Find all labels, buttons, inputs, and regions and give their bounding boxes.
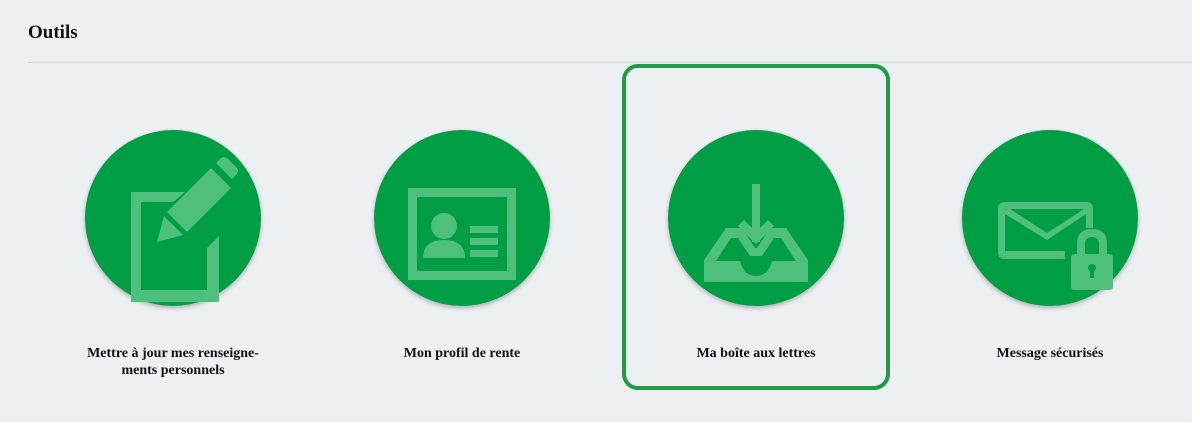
tool-icon-circle	[374, 130, 550, 306]
tools-panel: Outils Mettre à jour mes renseigne- ment…	[0, 0, 1192, 422]
tool-secure-messages[interactable]: Message sécurisés	[916, 64, 1184, 390]
tool-icon-circle	[668, 130, 844, 306]
tool-update-personal-info[interactable]: Mettre à jour mes renseigne- ments perso…	[39, 64, 307, 390]
tool-icon-circle	[962, 130, 1138, 306]
tool-pension-profile[interactable]: Mon profil de rente	[328, 64, 596, 390]
inbox-download-icon	[704, 184, 808, 282]
tool-label-line-1: Ma boîte aux lettres	[696, 346, 816, 361]
section-divider	[28, 62, 1192, 63]
tool-label: Mon profil de rente	[328, 345, 596, 362]
tool-label-line-2: ments personnels	[121, 363, 225, 378]
tool-label-line-1: Mettre à jour mes renseigne-	[87, 346, 259, 361]
tool-label: Message sécurisés	[916, 345, 1184, 362]
tool-mailbox[interactable]: Ma boîte aux lettres	[622, 64, 890, 390]
secure-mail-icon	[998, 202, 1113, 290]
id-card-icon	[408, 188, 516, 280]
tool-label: Mettre à jour mes renseigne- ments perso…	[39, 345, 307, 379]
tool-label: Ma boîte aux lettres	[626, 345, 886, 362]
tool-icon-circle	[85, 130, 261, 306]
tool-label-line-1: Mon profil de rente	[403, 346, 521, 361]
tool-label-line-1: Message sécurisés	[996, 346, 1104, 361]
edit-document-icon	[131, 157, 238, 302]
section-title: Outils	[28, 22, 78, 43]
